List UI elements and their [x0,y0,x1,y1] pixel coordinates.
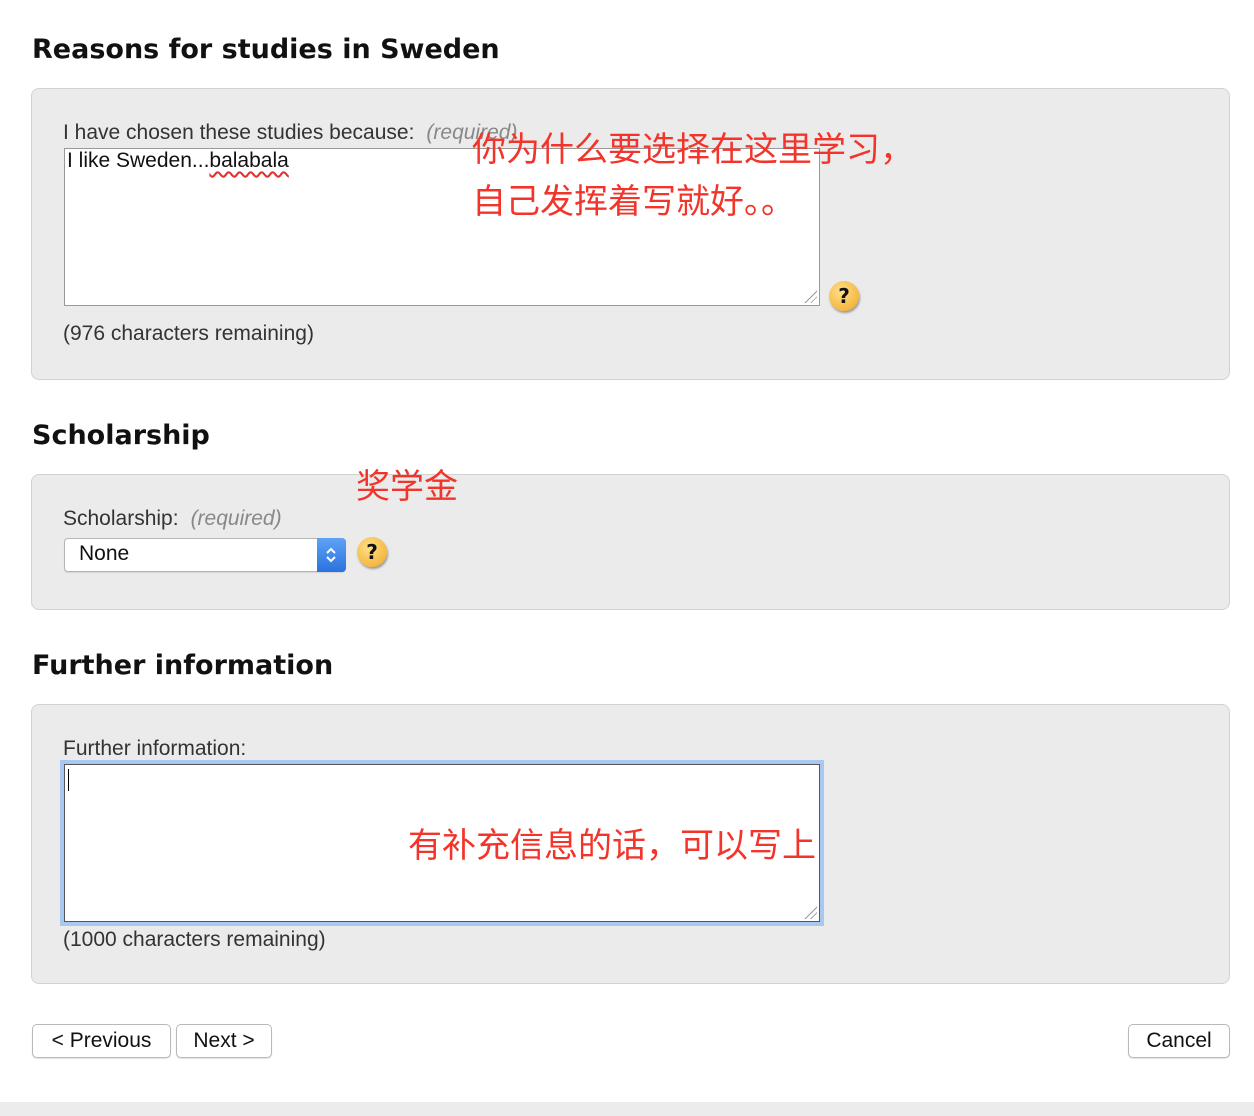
text-caret [68,769,69,791]
scholarship-required-hint: (required) [190,507,282,530]
annotation-reasons-line2: 自己发挥着写就好。。 [472,182,795,222]
select-arrows-icon [317,538,346,572]
help-icon[interactable]: ? [357,537,387,567]
help-icon[interactable]: ? [829,281,859,311]
section-title-further: Further information [32,650,334,681]
scholarship-panel: Scholarship: (required) None ? [31,474,1230,610]
further-remaining: (1000 characters remaining) [63,928,326,951]
page-bottom-border [0,1102,1254,1116]
scholarship-select[interactable]: None [64,538,346,572]
scholarship-selected-value: None [79,542,130,565]
reasons-text: I like Sweden... [67,149,210,172]
resize-grip-icon[interactable] [803,905,817,919]
cancel-button[interactable]: Cancel [1128,1024,1230,1058]
further-label: Further information: [63,737,246,761]
reasons-text-misspelled: balabala [209,149,289,172]
section-title-reasons: Reasons for studies in Sweden [32,34,500,65]
scholarship-label: Scholarship: (required) [63,507,282,531]
previous-button[interactable]: < Previous [32,1024,171,1058]
reasons-remaining: (976 characters remaining) [63,322,314,345]
scholarship-label-text: Scholarship: [63,507,179,530]
section-title-scholarship: Scholarship [32,420,210,451]
annotation-reasons-line1: 你为什么要选择在这里学习， [472,130,914,170]
further-label-text: Further information: [63,737,247,760]
reasons-label: I have chosen these studies because: (req… [63,121,517,145]
reasons-textarea-content: I like Sweden...balabala [67,149,289,173]
annotation-scholarship: 奖学金 [356,467,458,507]
reasons-label-text: I have chosen these studies because: [63,121,415,144]
next-button[interactable]: Next > [176,1024,272,1058]
annotation-further: 有补充信息的话，可以写上 [408,826,816,866]
resize-grip-icon[interactable] [803,289,817,303]
